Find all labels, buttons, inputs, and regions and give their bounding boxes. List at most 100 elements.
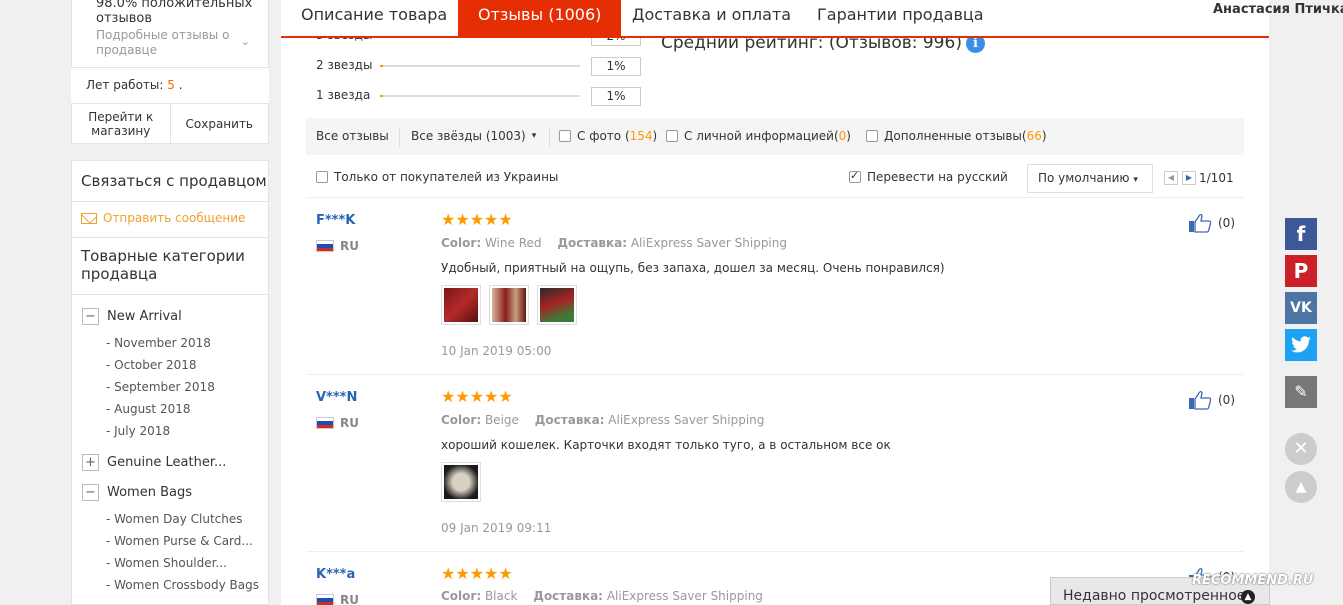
divider	[306, 197, 1244, 198]
contact-seller-panel: Связаться с продавцом Отправить сообщени…	[71, 160, 269, 605]
like-count: (0)	[1218, 216, 1235, 230]
pinterest-icon: P	[1293, 259, 1309, 283]
ukraine-only-checkbox[interactable]	[316, 171, 328, 183]
all-stars-label: Все звёзды (1003)	[411, 129, 526, 143]
chevron-up-icon: ▲	[1241, 590, 1255, 604]
star-rating: ★★★★★	[441, 210, 513, 229]
close-paren: )	[1041, 129, 1047, 143]
divider	[72, 201, 268, 202]
category-sub-item[interactable]: - Women Day Clutches	[106, 512, 243, 526]
divider	[72, 294, 268, 295]
rating-bar	[380, 65, 580, 67]
send-message-link[interactable]: Отправить сообщение	[81, 211, 245, 225]
tab-seller-guarantee[interactable]: Гарантии продавца	[797, 0, 1004, 36]
sort-dropdown[interactable]: По умолчанию ▾	[1027, 164, 1153, 193]
all-stars-dropdown[interactable]: Все звёзды (1003) ▾	[411, 129, 536, 143]
review-photo[interactable]	[537, 285, 577, 325]
delivery-label: Доставка:	[533, 589, 603, 603]
close-paren: )	[652, 129, 658, 143]
recently-viewed-label: Недавно просмотренное	[1063, 588, 1246, 604]
facebook-share-button[interactable]: f	[1285, 218, 1317, 250]
edit-button[interactable]: ✎	[1285, 376, 1317, 408]
expand-icon[interactable]: +	[82, 454, 99, 471]
color-value: Beige	[484, 413, 519, 427]
translate-filter[interactable]: Перевести на русский	[849, 169, 1008, 184]
category-sub-item[interactable]: - October 2018	[106, 358, 197, 372]
with-photo-checkbox[interactable]	[559, 130, 571, 142]
supplemented-label: Дополненные отзывы(	[884, 129, 1027, 143]
category-sub-item[interactable]: - Women Crossbody Bags	[106, 578, 259, 592]
like-count: (0)	[1218, 393, 1235, 407]
star-rating: ★★★★★	[441, 564, 513, 583]
category-genuine-leather[interactable]: + Genuine Leather...	[82, 454, 226, 471]
category-label: Women Bags	[107, 485, 192, 500]
go-to-store-button[interactable]: Перейти к магазину	[72, 104, 170, 143]
russia-flag-icon	[316, 594, 334, 605]
next-page-button[interactable]: ▶	[1182, 171, 1196, 185]
translate-checkbox[interactable]	[849, 169, 861, 183]
pencil-icon: ✎	[1294, 382, 1308, 401]
ukraine-only-filter[interactable]: Только от покупателей из Украины	[316, 170, 558, 184]
category-new-arrival[interactable]: − New Arrival	[82, 308, 182, 325]
category-women-bags[interactable]: − Women Bags	[82, 484, 192, 501]
country-code: RU	[340, 416, 359, 430]
like-button[interactable]: (0)	[1188, 390, 1235, 410]
divider	[306, 374, 1244, 375]
rating-row-label: 1 звезда	[316, 88, 371, 102]
star-rating: ★★★★★	[441, 387, 513, 406]
reviewer-name: V***N	[316, 390, 358, 405]
reviewer-country: RU	[316, 593, 359, 605]
prev-page-button[interactable]: ◀	[1164, 171, 1178, 185]
with-info-checkbox[interactable]	[666, 130, 678, 142]
collapse-icon[interactable]: −	[82, 484, 99, 501]
color-value: Black	[484, 589, 518, 603]
review-photo[interactable]	[489, 285, 529, 325]
color-label: Color:	[441, 413, 482, 427]
supplemented-checkbox[interactable]	[866, 130, 878, 142]
category-sub-item[interactable]: - September 2018	[106, 380, 215, 394]
user-name[interactable]: Анастасия Птичка	[1213, 2, 1343, 17]
review-text: хороший кошелек. Карточки входят только …	[441, 438, 891, 452]
category-sub-item[interactable]: - Women Purse & Card...	[106, 534, 253, 548]
close-button[interactable]: ✕	[1285, 433, 1317, 465]
translate-label: Перевести на русский	[867, 170, 1008, 184]
tab-description[interactable]: Описание товара	[281, 0, 467, 36]
save-store-button[interactable]: Сохранить	[169, 104, 269, 143]
positive-feedback-text: 98.0% положительных отзывов	[96, 0, 253, 26]
category-sub-item[interactable]: - July 2018	[106, 424, 170, 438]
scroll-top-button[interactable]: ▲	[1285, 471, 1317, 503]
chevron-up-icon: ▲	[1295, 479, 1307, 495]
with-info-count: 0	[838, 129, 847, 143]
review-photo[interactable]	[441, 285, 481, 325]
reviewer-name: F***K	[316, 213, 356, 228]
tab-reviews[interactable]: Отзывы (1006)	[458, 0, 622, 36]
store-rating-box: 98.0% положительных отзывов Подробные от…	[71, 0, 269, 68]
category-sub-item[interactable]: - November 2018	[106, 336, 211, 350]
tab-shipping[interactable]: Доставка и оплата	[612, 0, 811, 36]
russia-flag-icon	[316, 240, 334, 252]
detailed-feedback-link[interactable]: Подробные отзывы о продавце	[96, 28, 236, 58]
all-reviews-filter[interactable]: Все отзывы	[316, 129, 389, 143]
divider	[399, 127, 400, 147]
rating-bar-fill	[380, 65, 383, 67]
years-value: 5	[167, 78, 175, 92]
category-sub-item[interactable]: - Women Shoulder...	[106, 556, 227, 570]
supplemented-filter[interactable]: Дополненные отзывы(66)	[866, 129, 1047, 143]
like-button[interactable]: (0)	[1188, 213, 1235, 233]
with-info-filter[interactable]: С личной информацией(0)	[666, 129, 851, 143]
store-actions: Перейти к магазину Сохранить	[71, 103, 269, 144]
rating-row-label: 2 звезды	[316, 58, 373, 72]
collapse-icon[interactable]: −	[82, 308, 99, 325]
vk-share-button[interactable]: VK	[1285, 292, 1317, 324]
years-open: Лет работы: 5 .	[71, 68, 269, 103]
with-photo-filter[interactable]: С фото (154)	[559, 129, 657, 143]
review-photo[interactable]	[441, 462, 481, 502]
chevron-down-icon[interactable]: ⌄	[241, 35, 250, 48]
twitter-icon	[1291, 336, 1311, 353]
category-sub-item[interactable]: - August 2018	[106, 402, 191, 416]
supplemented-count: 66	[1026, 129, 1042, 143]
twitter-share-button[interactable]	[1285, 329, 1317, 361]
pinterest-share-button[interactable]: P	[1285, 255, 1317, 287]
with-photo-label: С фото (	[577, 129, 630, 143]
review-date: 10 Jan 2019 05:00	[441, 344, 552, 358]
